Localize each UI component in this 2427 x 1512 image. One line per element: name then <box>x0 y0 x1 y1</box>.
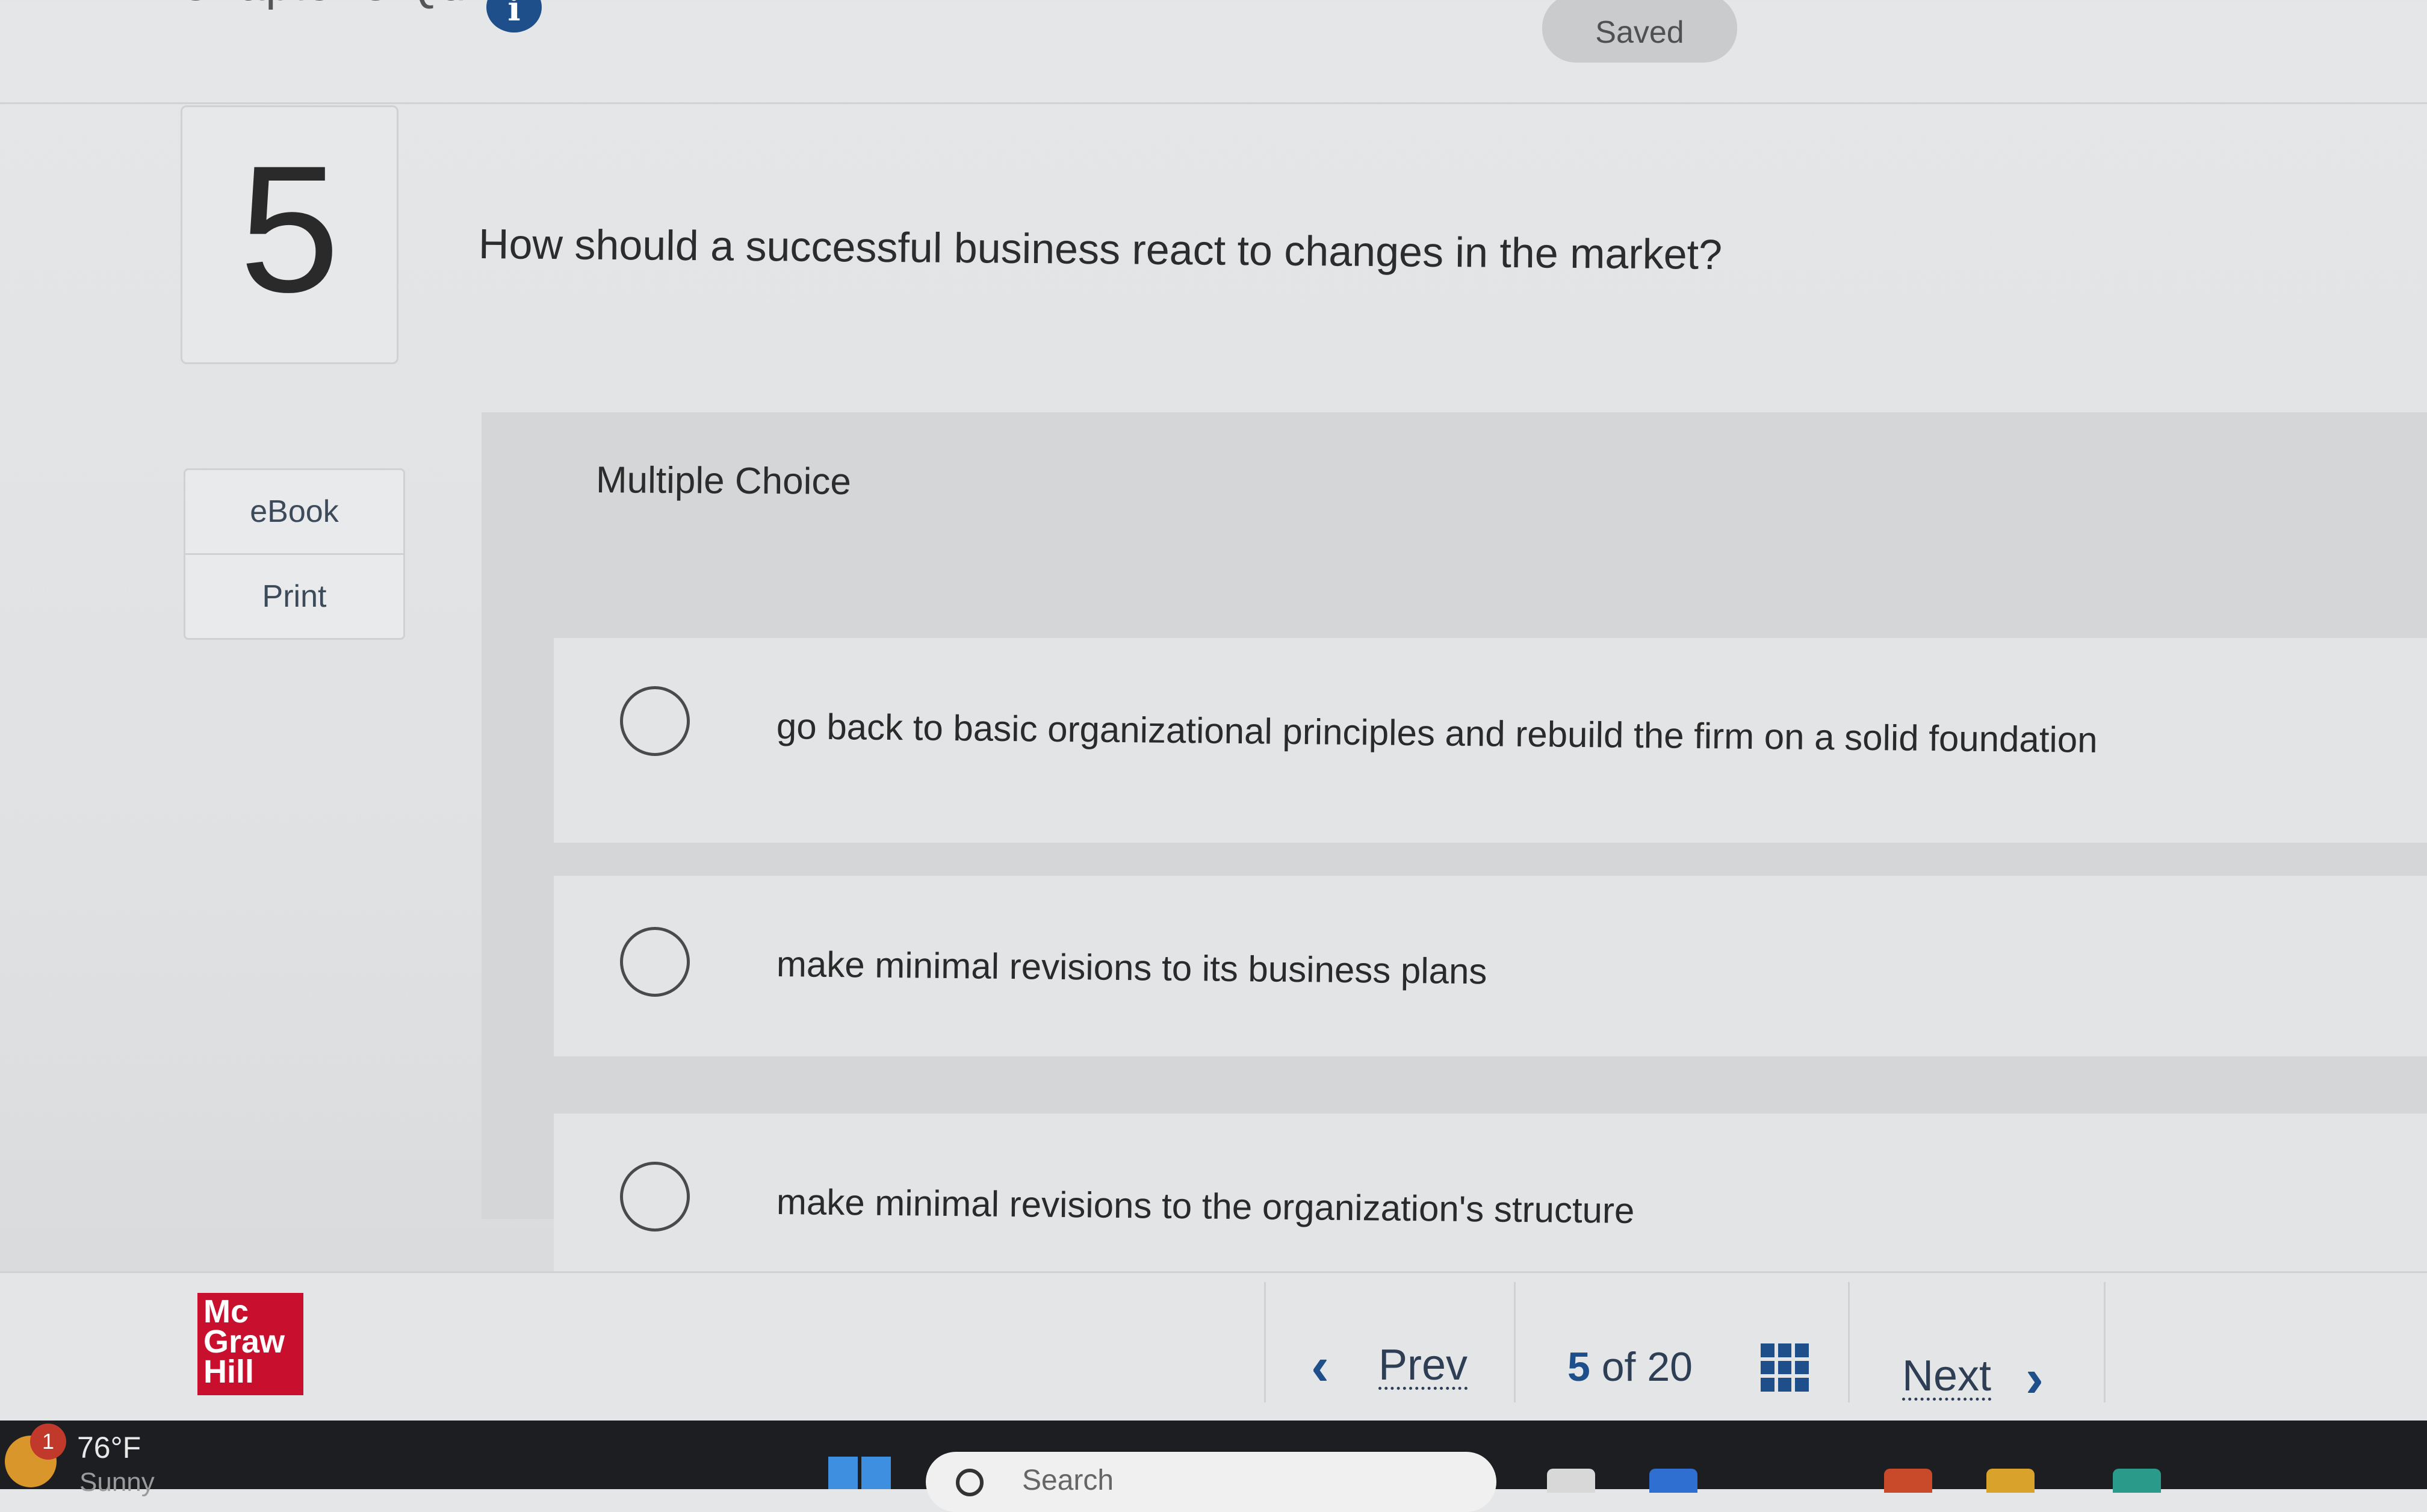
radio-button[interactable] <box>620 686 690 756</box>
logo-line: Graw <box>203 1324 285 1360</box>
question-tools: eBook Print <box>184 468 405 640</box>
taskbar-app-icon[interactable] <box>1986 1469 2035 1493</box>
taskbar-search-box[interactable]: Search <box>926 1452 1496 1512</box>
footer-bar <box>0 1273 2427 1421</box>
nav-divider <box>1848 1282 1850 1402</box>
answer-option-text: go back to basic organizational principl… <box>776 706 2098 760</box>
taskbar-app-icon[interactable] <box>1884 1469 1932 1493</box>
ebook-button[interactable]: eBook <box>185 470 403 553</box>
nav-divider <box>1264 1282 1266 1402</box>
page-indicator: 5 of 20 <box>1567 1343 1693 1390</box>
question-number-card: 5 <box>181 105 398 364</box>
header-divider <box>0 102 2427 104</box>
logo-line: Mc <box>203 1294 249 1330</box>
nav-divider <box>2104 1282 2106 1402</box>
chevron-left-icon[interactable]: ‹ <box>1311 1339 1329 1393</box>
print-button[interactable]: Print <box>185 553 403 638</box>
taskbar-app-icon[interactable] <box>1649 1469 1697 1493</box>
info-icon[interactable]: i <box>486 0 542 33</box>
radio-button[interactable] <box>620 1162 690 1232</box>
question-grid-icon[interactable] <box>1761 1343 1809 1392</box>
answer-option-text: make minimal revisions to its business p… <box>776 944 1487 992</box>
taskbar-app-icon[interactable] <box>2113 1469 2161 1493</box>
weather-temperature[interactable]: 76°F <box>77 1430 141 1465</box>
weather-description: Sunny <box>79 1467 155 1497</box>
saved-status-badge: Saved <box>1542 0 1737 63</box>
notification-badge: 1 <box>30 1424 66 1460</box>
radio-button[interactable] <box>620 927 690 997</box>
quiz-title: Chapter 8 Quiz <box>178 0 502 11</box>
answer-option[interactable]: go back to basic organizational principl… <box>554 638 2427 843</box>
mcgraw-hill-logo: Mc Graw Hill <box>197 1293 303 1395</box>
search-icon <box>956 1469 984 1496</box>
prev-button[interactable]: Prev <box>1378 1343 1468 1390</box>
question-type-label: Multiple Choice <box>595 459 852 503</box>
page-of-label: of <box>1601 1344 1636 1390</box>
search-placeholder: Search <box>1022 1464 1114 1496</box>
answer-option[interactable]: make minimal revisions to the organizati… <box>554 1114 2427 1271</box>
answer-option[interactable]: make minimal revisions to its business p… <box>554 876 2427 1056</box>
taskbar-app-icon[interactable] <box>1547 1469 1595 1493</box>
question-number: 5 <box>239 128 340 330</box>
chevron-right-icon[interactable]: › <box>2026 1351 2044 1405</box>
total-pages: 20 <box>1647 1344 1693 1390</box>
question-text: How should a successful business react t… <box>478 220 1723 279</box>
logo-line: Hill <box>203 1354 255 1390</box>
current-page: 5 <box>1567 1344 1590 1390</box>
nav-divider <box>1514 1282 1516 1402</box>
windows-start-button[interactable] <box>828 1457 891 1489</box>
next-button[interactable]: Next <box>1902 1354 1992 1401</box>
answer-option-text: make minimal revisions to the organizati… <box>776 1182 1635 1231</box>
